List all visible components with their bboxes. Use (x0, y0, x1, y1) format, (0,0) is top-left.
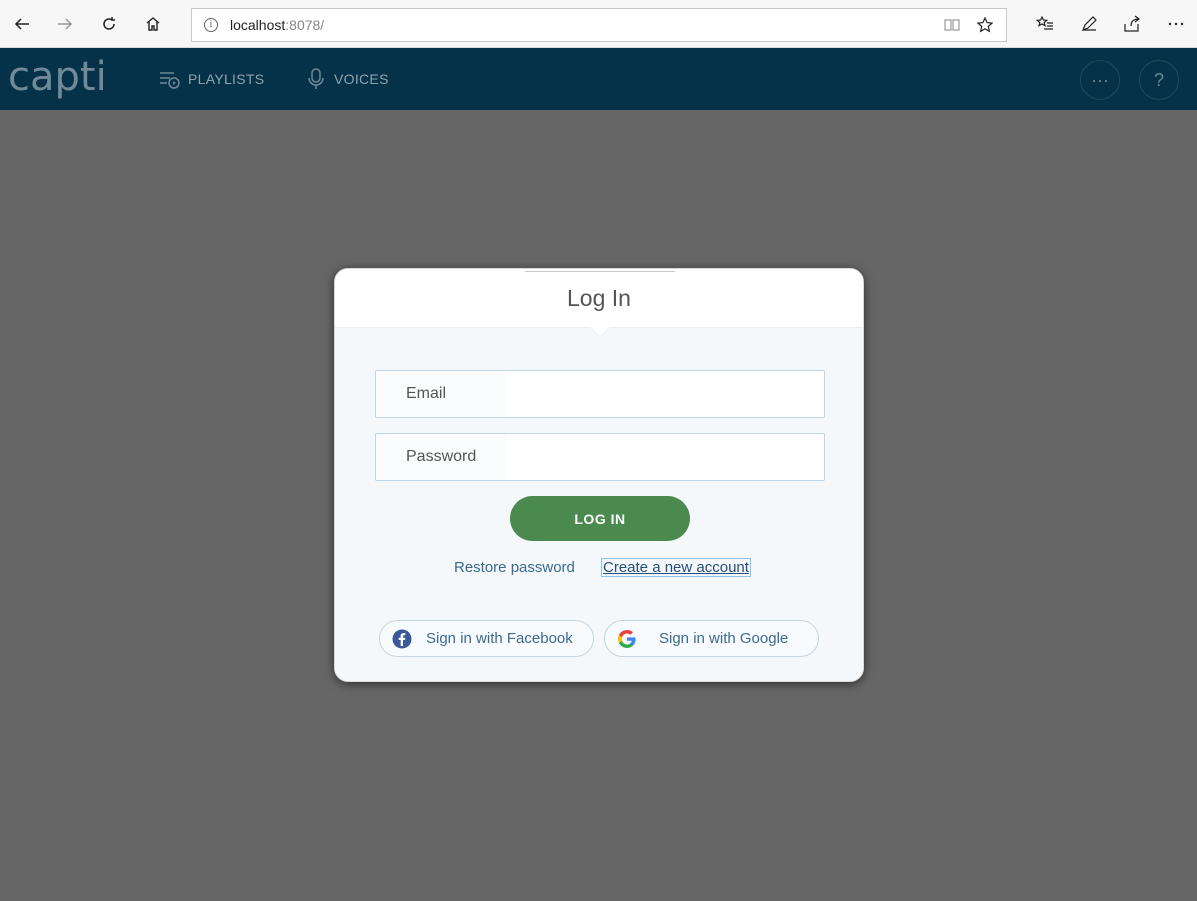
google-signin-label: Sign in with Google (659, 630, 789, 647)
browser-toolbar: i localhost:8078/ (0, 0, 1197, 48)
google-icon (618, 629, 636, 648)
login-button[interactable]: LOG IN (510, 496, 690, 541)
restore-password-link[interactable]: Restore password (454, 559, 575, 576)
playlist-icon (160, 72, 180, 89)
email-field[interactable] (375, 370, 825, 418)
home-icon[interactable] (137, 8, 169, 40)
nav-playlists[interactable]: PLAYLISTS (158, 48, 264, 110)
microphone-icon (308, 68, 324, 89)
share-icon[interactable] (1116, 8, 1148, 40)
email-input[interactable] (376, 371, 824, 417)
google-signin-button[interactable]: Sign in with Google (604, 620, 819, 657)
password-field[interactable] (375, 433, 825, 481)
facebook-signin-button[interactable]: Sign in with Facebook (379, 620, 594, 657)
facebook-icon (392, 629, 412, 648)
more-icon[interactable] (1160, 8, 1192, 40)
create-account-link[interactable]: Create a new account (601, 558, 751, 577)
reading-view-icon[interactable] (936, 9, 968, 41)
favorite-star-icon[interactable] (969, 9, 1001, 41)
more-dots-icon: ··· (1091, 69, 1109, 90)
refresh-icon[interactable] (93, 8, 125, 40)
app-header: capti PLAYLISTS VOICES ··· ? (0, 48, 1197, 110)
help-icon: ? (1153, 69, 1164, 90)
forward-icon[interactable] (49, 8, 81, 40)
nav-playlists-label: PLAYLISTS (188, 71, 265, 87)
favorites-list-icon[interactable] (1029, 8, 1061, 40)
help-button[interactable]: ? (1139, 60, 1179, 100)
password-input[interactable] (376, 434, 824, 480)
back-icon[interactable] (6, 8, 38, 40)
nav-voices[interactable]: VOICES (304, 48, 389, 110)
capti-logo[interactable]: capti (8, 52, 112, 108)
pen-icon[interactable] (1073, 8, 1105, 40)
more-menu-button[interactable]: ··· (1080, 60, 1120, 100)
login-dialog: Log In LOG IN Restore password Create a … (334, 268, 864, 682)
logo-text: capti (8, 54, 107, 100)
dialog-title: Log In (567, 285, 631, 311)
facebook-signin-label: Sign in with Facebook (426, 630, 573, 647)
address-bar[interactable]: i localhost:8078/ (191, 8, 1007, 42)
nav-voices-label: VOICES (334, 71, 389, 87)
url-host: localhost (230, 17, 286, 33)
url-port: :8078/ (285, 17, 325, 33)
info-icon[interactable]: i (204, 18, 218, 32)
header-divider (525, 271, 675, 272)
